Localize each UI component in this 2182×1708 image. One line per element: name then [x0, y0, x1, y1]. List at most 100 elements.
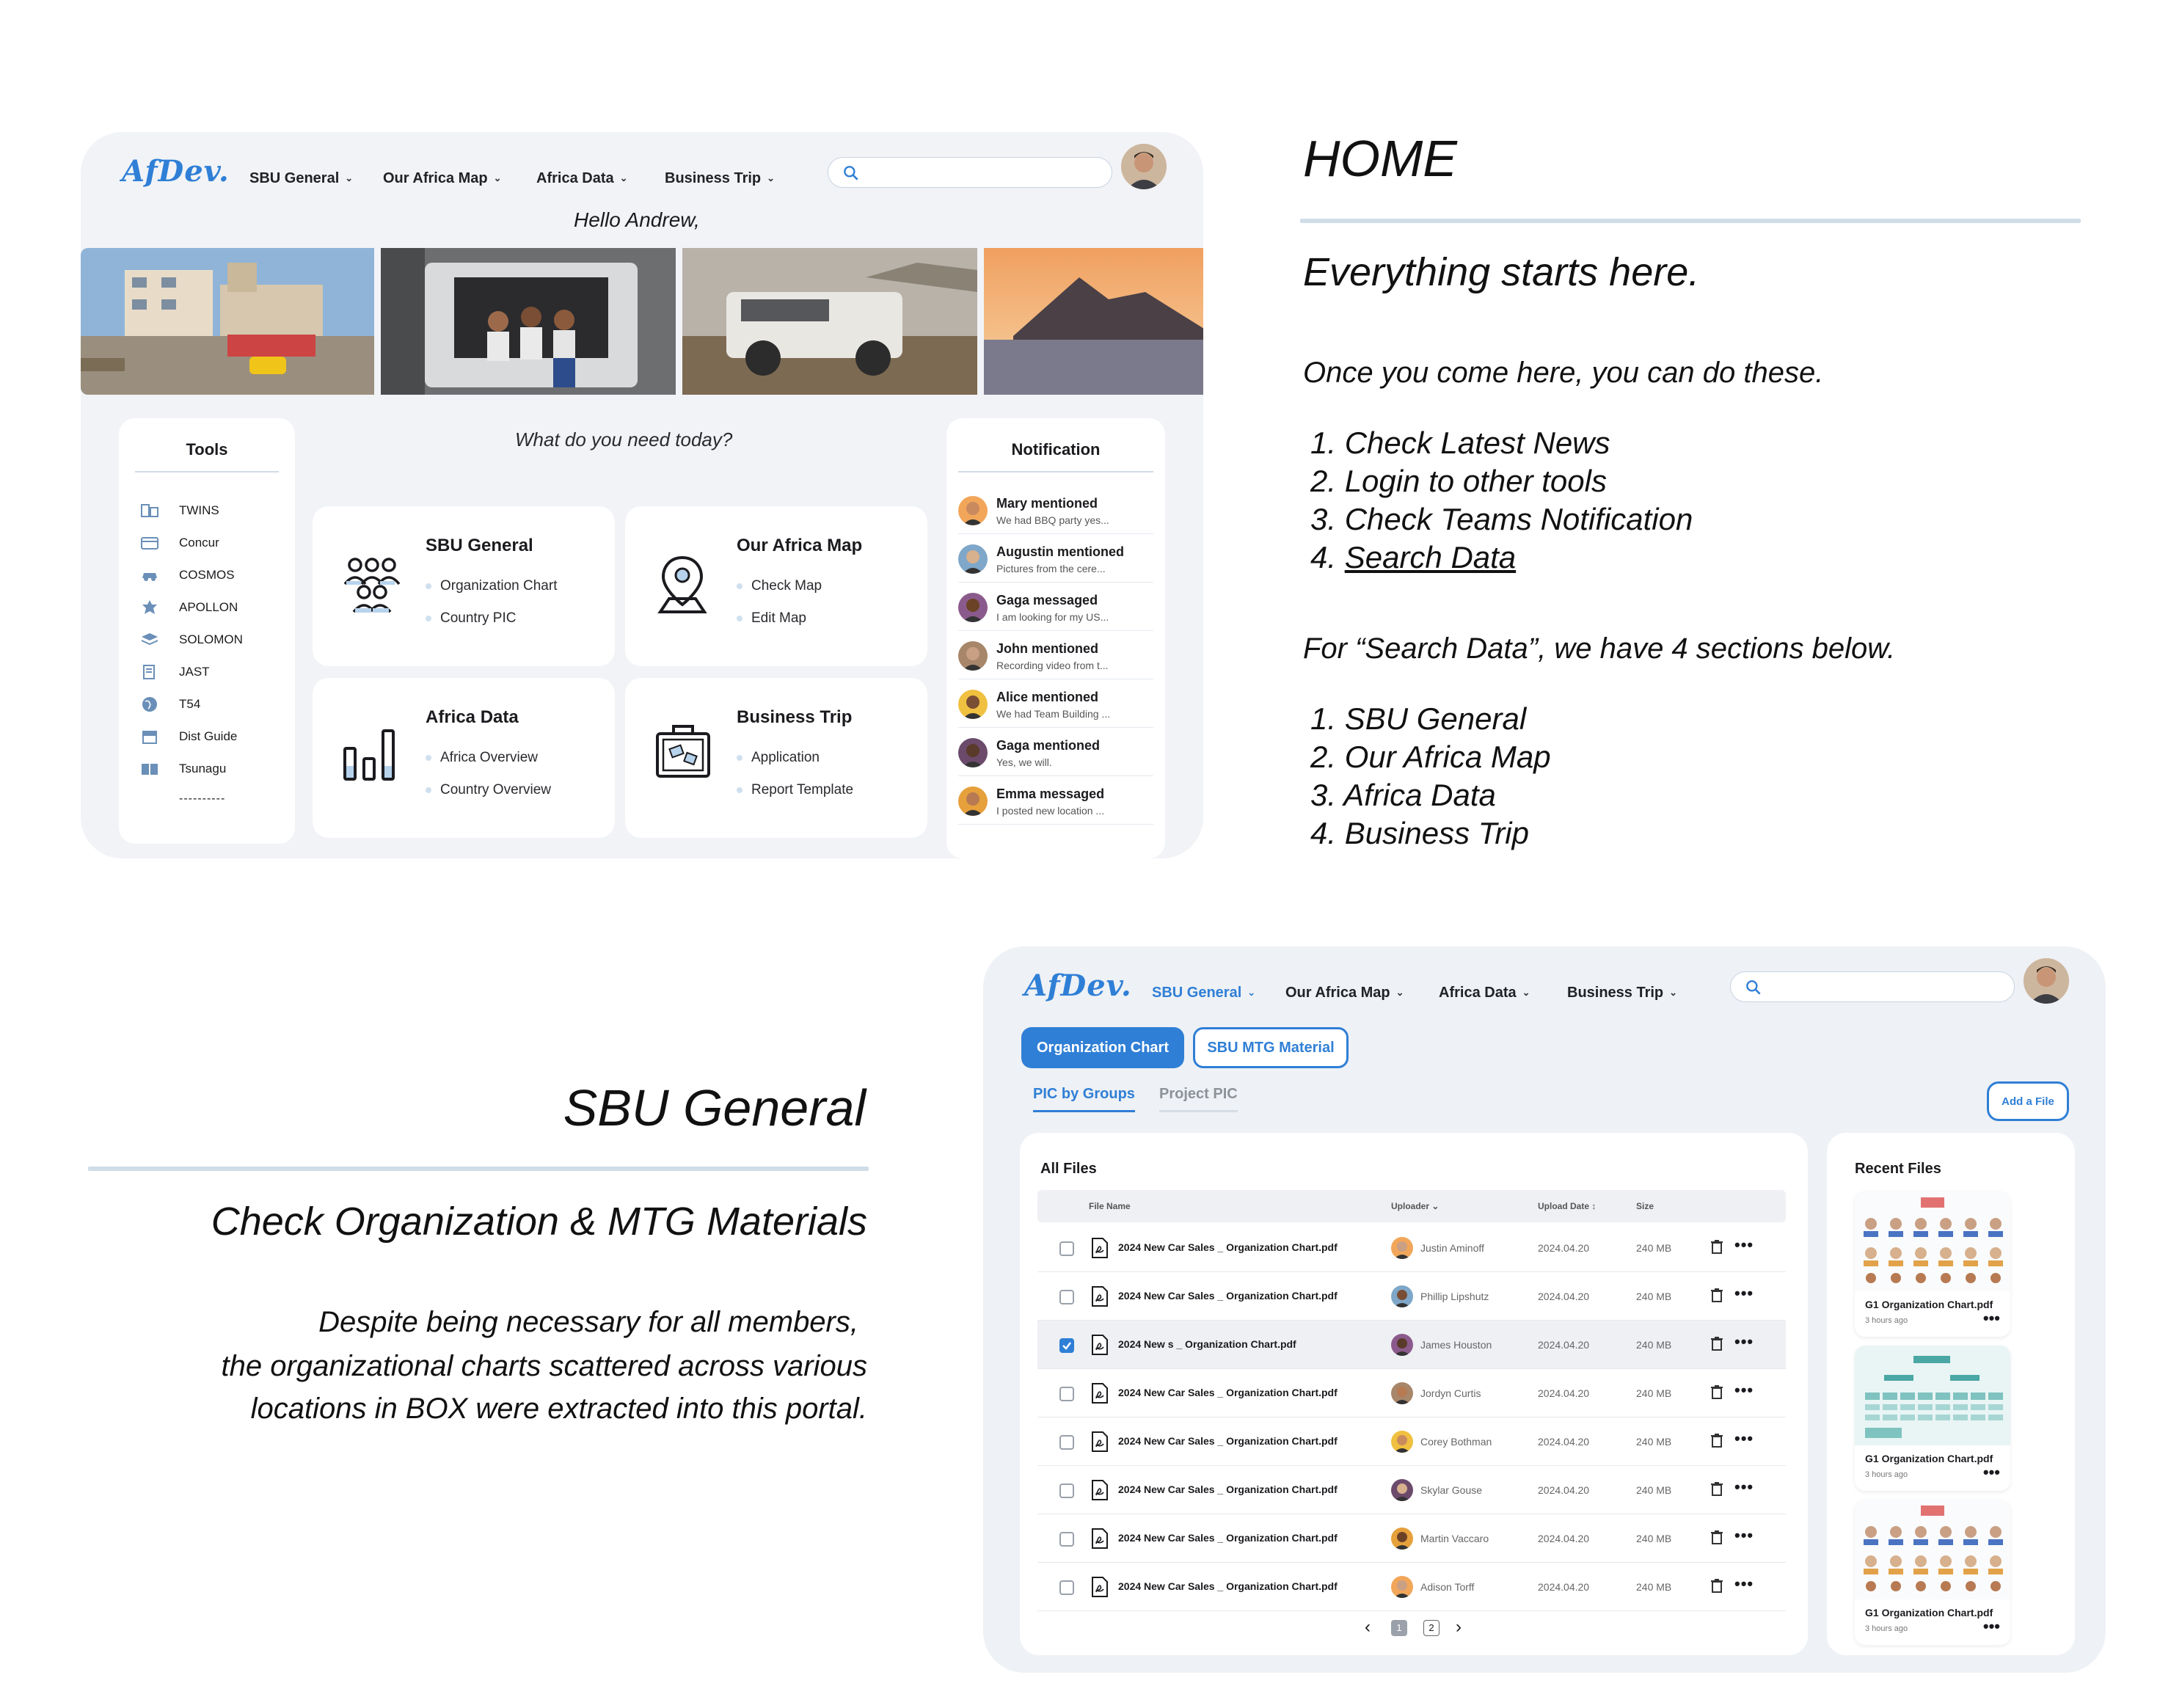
trash-icon[interactable] — [1710, 1432, 1724, 1448]
more-options-icon[interactable]: ••• — [1734, 1574, 1754, 1594]
search-data-link[interactable]: Search Data — [1345, 540, 1516, 574]
notification-item[interactable]: Gaga messaged I am looking for my US... — [958, 583, 1153, 631]
card-sbu-general[interactable]: SBU General Organization Chart Country P… — [313, 506, 615, 666]
avatar[interactable] — [1121, 144, 1167, 189]
table-row[interactable]: 2024 New Car Sales _ Organization Chart.… — [1037, 1514, 1786, 1563]
more-options-icon[interactable]: ••• — [1983, 1617, 2000, 1636]
table-row[interactable]: 2024 New s _ Organization Chart.pdf Jame… — [1037, 1321, 1786, 1369]
search-input[interactable] — [828, 157, 1112, 188]
tool-solomon[interactable]: SOLOMON — [139, 629, 243, 650]
file-name[interactable]: 2024 New Car Sales _ Organization Chart.… — [1118, 1241, 1338, 1253]
more-options-icon[interactable]: ••• — [1734, 1429, 1754, 1448]
tools-more[interactable]: ---------- — [179, 792, 225, 806]
link-organization-chart[interactable]: Organization Chart — [426, 578, 557, 594]
row-checkbox[interactable] — [1059, 1532, 1074, 1547]
file-name[interactable]: 2024 New Car Sales _ Organization Chart.… — [1118, 1290, 1338, 1302]
tool-cosmos[interactable]: COSMOS — [139, 565, 235, 585]
more-options-icon[interactable]: ••• — [1983, 1309, 2000, 1328]
tool-dist-guide[interactable]: Dist Guide — [139, 726, 237, 747]
link-country-pic[interactable]: Country PIC — [426, 610, 516, 627]
link-country-overview[interactable]: Country Overview — [426, 782, 551, 798]
tab-pic-by-groups[interactable]: PIC by Groups — [1033, 1086, 1135, 1112]
search-input[interactable] — [1730, 971, 2015, 1002]
more-options-icon[interactable]: ••• — [1734, 1284, 1754, 1303]
file-name[interactable]: 2024 New Car Sales _ Organization Chart.… — [1118, 1483, 1338, 1495]
recent-file-card[interactable]: G1 Organization Chart.pdf 3 hours ago ••… — [1855, 1346, 2010, 1491]
tool-twins[interactable]: TWINS — [139, 500, 219, 521]
table-row[interactable]: 2024 New Car Sales _ Organization Chart.… — [1037, 1466, 1786, 1514]
notification-item[interactable]: Mary mentioned We had BBQ party yes... — [958, 486, 1153, 534]
nav-business-trip[interactable]: Business Trip ⌄ — [1567, 985, 1677, 1001]
more-options-icon[interactable]: ••• — [1734, 1236, 1754, 1255]
logo[interactable]: AfDev. — [122, 154, 230, 189]
card-africa-data[interactable]: Africa Data Africa Overview Country Over… — [313, 678, 615, 838]
chevron-left-icon[interactable]: ‹ — [1365, 1617, 1371, 1638]
tool-jast[interactable]: JAST — [139, 662, 210, 682]
logo[interactable]: AfDev. — [1024, 968, 1132, 1003]
nav-africa-data[interactable]: Africa Data ⌄ — [536, 170, 628, 187]
table-row[interactable]: 2024 New Car Sales _ Organization Chart.… — [1037, 1563, 1786, 1611]
more-options-icon[interactable]: ••• — [1734, 1381, 1754, 1400]
avatar[interactable] — [2024, 958, 2069, 1004]
trash-icon[interactable] — [1710, 1287, 1724, 1303]
link-africa-overview[interactable]: Africa Overview — [426, 750, 538, 766]
more-options-icon[interactable]: ••• — [1734, 1332, 1754, 1351]
notification-item[interactable]: Gaga mentioned Yes, we will. — [958, 728, 1153, 776]
nav-sbu-general[interactable]: SBU General ⌄ — [249, 170, 353, 187]
recent-file-card[interactable]: G1 Organization Chart.pdf 3 hours ago ••… — [1855, 1191, 2010, 1337]
row-checkbox[interactable] — [1059, 1483, 1074, 1498]
row-checkbox[interactable] — [1059, 1580, 1074, 1595]
notification-item[interactable]: Augustin mentioned Pictures from the cer… — [958, 534, 1153, 583]
tool-tsunagu[interactable]: Tsunagu — [139, 759, 226, 779]
file-name[interactable]: 2024 New Car Sales _ Organization Chart.… — [1118, 1387, 1338, 1398]
tool-concur[interactable]: Concur — [139, 533, 219, 553]
nav-business-trip[interactable]: Business Trip ⌄ — [665, 170, 775, 187]
card-our-africa-map[interactable]: Our Africa Map Check Map Edit Map — [625, 506, 927, 666]
trash-icon[interactable] — [1710, 1335, 1724, 1351]
row-checkbox[interactable] — [1059, 1241, 1074, 1256]
row-checkbox[interactable] — [1059, 1338, 1074, 1353]
more-options-icon[interactable]: ••• — [1983, 1463, 2000, 1482]
table-row[interactable]: 2024 New Car Sales _ Organization Chart.… — [1037, 1417, 1786, 1466]
notification-item[interactable]: Emma messaged I posted new location ... — [958, 776, 1153, 825]
sbu-mtg-material-button[interactable]: SBU MTG Material — [1193, 1027, 1349, 1068]
tool-t54[interactable]: T54 — [139, 694, 200, 715]
column-uploader[interactable]: Uploader ⌄ — [1391, 1201, 1439, 1211]
notification-item[interactable]: Alice mentioned We had Team Building ... — [958, 679, 1153, 728]
tool-apollon[interactable]: APOLLON — [139, 597, 238, 618]
trash-icon[interactable] — [1710, 1577, 1724, 1594]
nav-sbu-general[interactable]: SBU General ⌄ — [1152, 985, 1255, 1001]
row-checkbox[interactable] — [1059, 1387, 1074, 1401]
notification-item[interactable]: John mentioned Recording video from t... — [958, 631, 1153, 679]
nav-our-africa-map[interactable]: Our Africa Map ⌄ — [383, 170, 502, 187]
more-options-icon[interactable]: ••• — [1734, 1526, 1754, 1545]
trash-icon[interactable] — [1710, 1238, 1724, 1255]
page-button[interactable]: 2 — [1423, 1620, 1440, 1636]
file-name[interactable]: 2024 New Car Sales _ Organization Chart.… — [1118, 1580, 1338, 1592]
recent-file-card[interactable]: G1 Organization Chart.pdf 3 hours ago ••… — [1855, 1500, 2010, 1645]
more-options-icon[interactable]: ••• — [1734, 1478, 1754, 1497]
add-file-button[interactable]: Add a File — [1987, 1081, 2069, 1121]
page-button-current[interactable]: 1 — [1391, 1620, 1407, 1636]
link-application[interactable]: Application — [737, 750, 820, 766]
trash-icon[interactable] — [1710, 1384, 1724, 1400]
table-row[interactable]: 2024 New Car Sales _ Organization Chart.… — [1037, 1272, 1786, 1321]
chevron-right-icon[interactable]: › — [1456, 1617, 1462, 1638]
link-edit-map[interactable]: Edit Map — [737, 610, 806, 627]
column-upload-date[interactable]: Upload Date ↕ — [1538, 1201, 1596, 1211]
card-business-trip[interactable]: Business Trip Application Report Templat… — [625, 678, 927, 838]
trash-icon[interactable] — [1710, 1481, 1724, 1497]
tab-project-pic[interactable]: Project PIC — [1159, 1086, 1238, 1112]
file-name[interactable]: 2024 New Car Sales _ Organization Chart.… — [1118, 1435, 1338, 1447]
nav-our-africa-map[interactable]: Our Africa Map ⌄ — [1285, 985, 1404, 1001]
table-row[interactable]: 2024 New Car Sales _ Organization Chart.… — [1037, 1369, 1786, 1417]
row-checkbox[interactable] — [1059, 1435, 1074, 1450]
link-report-template[interactable]: Report Template — [737, 782, 853, 798]
row-checkbox[interactable] — [1059, 1290, 1074, 1304]
column-size[interactable]: Size — [1636, 1201, 1654, 1211]
organization-chart-button[interactable]: Organization Chart — [1021, 1027, 1184, 1068]
column-file-name[interactable]: File Name — [1089, 1201, 1131, 1211]
file-name[interactable]: 2024 New Car Sales _ Organization Chart.… — [1118, 1532, 1338, 1544]
trash-icon[interactable] — [1710, 1529, 1724, 1545]
file-name[interactable]: 2024 New s _ Organization Chart.pdf — [1118, 1338, 1296, 1350]
